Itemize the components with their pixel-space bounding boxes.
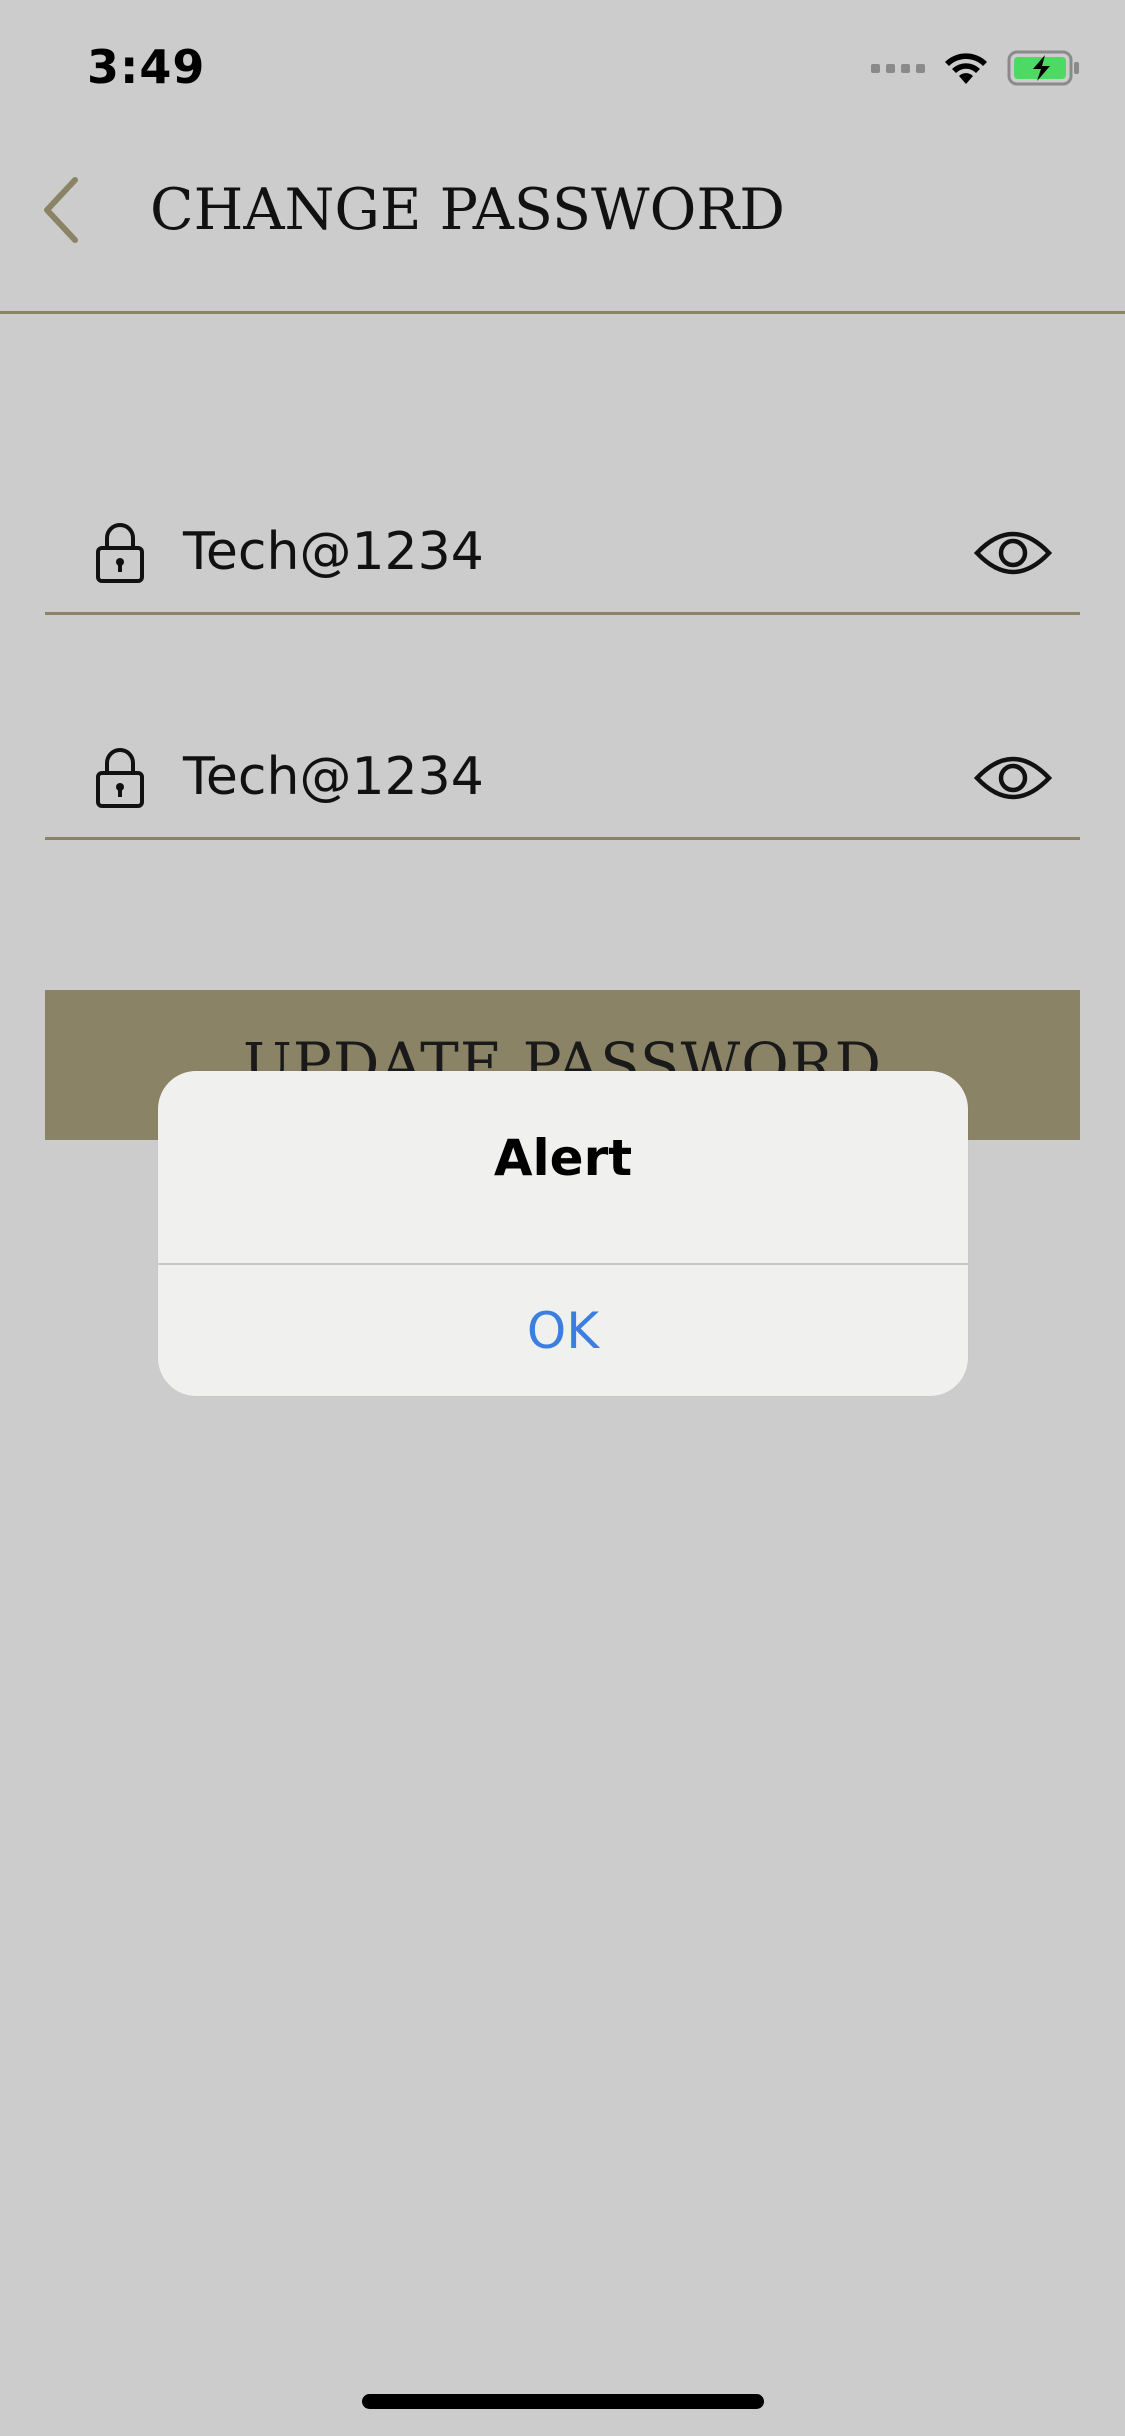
chevron-left-icon xyxy=(44,177,78,243)
field-underline xyxy=(45,837,1080,840)
status-time: 3:49 xyxy=(87,40,206,94)
change-password-screen: 3:49 CHANGE PASSWORD Tech@1234 Tech@1234… xyxy=(0,0,1125,2436)
eye-icon[interactable] xyxy=(974,750,1052,806)
confirm-password-field[interactable]: Tech@1234 xyxy=(45,690,1080,840)
page-title: CHANGE PASSWORD xyxy=(150,177,785,243)
alert-title: Alert xyxy=(493,1129,633,1187)
home-indicator[interactable] xyxy=(362,2394,764,2409)
lock-icon xyxy=(96,748,144,808)
eye-icon[interactable] xyxy=(974,525,1052,581)
battery-charging-icon xyxy=(1007,50,1079,86)
back-button[interactable] xyxy=(36,172,86,248)
lock-icon xyxy=(96,523,144,583)
alert-ok-button[interactable]: OK xyxy=(158,1265,968,1396)
alert-dialog: Alert OK xyxy=(158,1071,968,1396)
confirm-password-value[interactable]: Tech@1234 xyxy=(183,745,484,809)
header-divider xyxy=(0,311,1125,314)
status-icons xyxy=(871,48,1081,88)
field-underline xyxy=(45,612,1080,615)
new-password-value[interactable]: Tech@1234 xyxy=(183,520,484,584)
cellular-signal-icon xyxy=(871,63,925,73)
new-password-field[interactable]: Tech@1234 xyxy=(45,465,1080,615)
wifi-icon xyxy=(945,53,987,84)
